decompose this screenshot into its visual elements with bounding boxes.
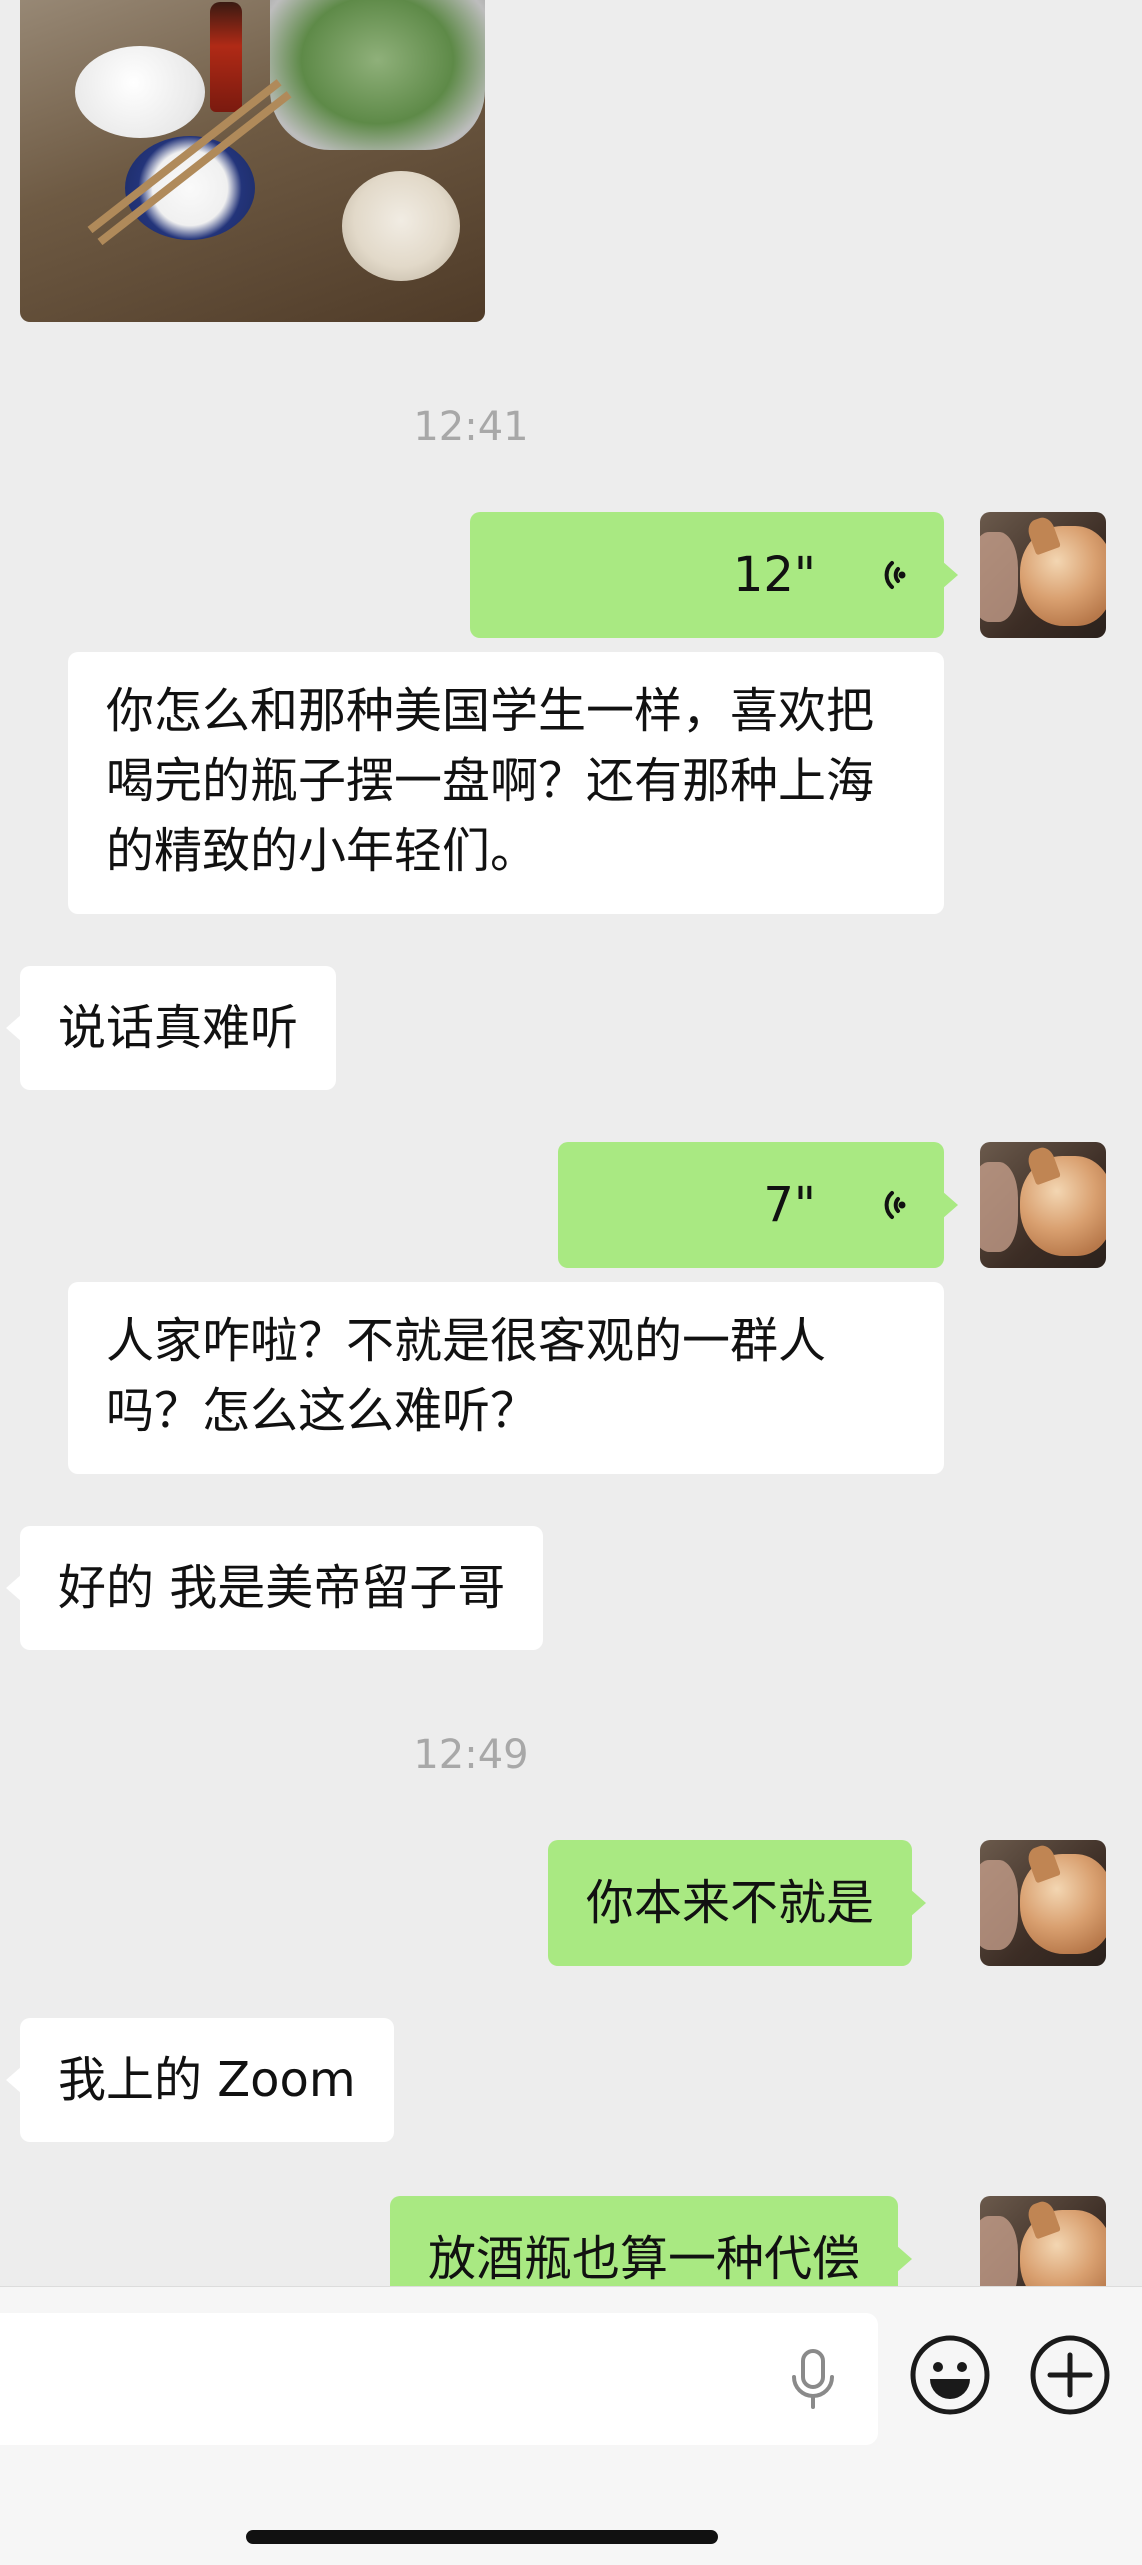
received-message[interactable]: 我上的 Zoom <box>6 2018 394 2142</box>
sent-message[interactable]: 放酒瓶也算一种代偿 <box>390 2196 913 2286</box>
avatar[interactable] <box>980 2196 1106 2286</box>
timestamp: 12:41 <box>413 404 529 450</box>
photo-pot <box>270 0 485 150</box>
input-bar <box>0 2286 1142 2565</box>
voice-message[interactable]: 7" <box>558 1142 958 1268</box>
voice-duration: 7" <box>763 1177 816 1233</box>
sent-message[interactable]: 你本来不就是 <box>548 1840 927 1966</box>
photo-plate <box>75 46 205 138</box>
avatar[interactable] <box>980 1142 1106 1268</box>
emoji-icon[interactable] <box>908 2333 992 2417</box>
chat-screen: 12:41 12" 你怎么和那种美国学生一样，喜欢把喝完的瓶子摆一盘啊？还有那种… <box>0 0 1142 2565</box>
home-indicator[interactable] <box>246 2530 718 2544</box>
plus-icon[interactable] <box>1028 2333 1112 2417</box>
voice-message[interactable]: 12" <box>470 512 958 638</box>
voice-wave-icon <box>884 561 906 589</box>
message-list[interactable]: 12:41 12" 你怎么和那种美国学生一样，喜欢把喝完的瓶子摆一盘啊？还有那种… <box>0 0 1142 2286</box>
avatar[interactable] <box>980 1840 1106 1966</box>
voice-duration: 12" <box>732 547 816 603</box>
photo-bottle <box>210 2 242 112</box>
photo-cup <box>342 171 460 281</box>
message-input[interactable] <box>0 2313 878 2445</box>
food-photo-message[interactable] <box>20 0 485 322</box>
received-message[interactable]: 说话真难听 <box>5 966 337 1090</box>
received-message[interactable]: 好的 我是美帝留子哥 <box>5 1526 544 1650</box>
microphone-icon[interactable] <box>788 2349 838 2411</box>
voice-wave-icon <box>884 1191 906 1219</box>
timestamp: 12:49 <box>413 1732 529 1778</box>
voice-transcript: 人家咋啦？不就是很客观的一群人吗？怎么这么难听？ <box>68 1282 944 1474</box>
avatar[interactable] <box>980 512 1106 638</box>
voice-transcript: 你怎么和那种美国学生一样，喜欢把喝完的瓶子摆一盘啊？还有那种上海的精致的小年轻们… <box>68 652 944 914</box>
